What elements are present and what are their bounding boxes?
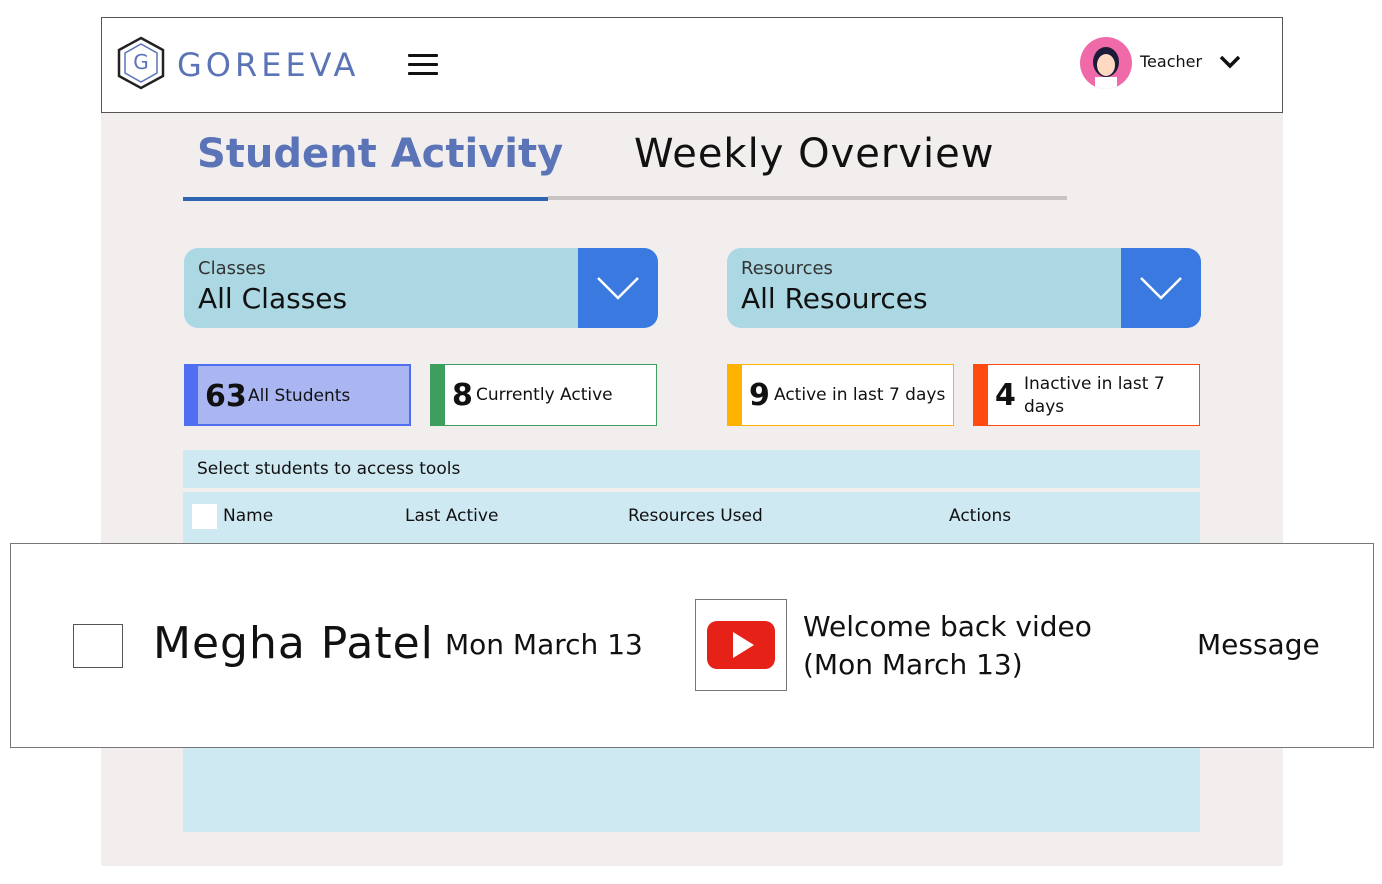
avatar[interactable] [1080, 37, 1132, 89]
selection-hint-bar: Select students to access tools [183, 450, 1200, 488]
logo-hex-icon: G [117, 36, 165, 90]
select-all-checkbox[interactable] [192, 504, 217, 529]
avatar-person-icon [1093, 47, 1119, 89]
resources-dropdown-button[interactable] [1121, 248, 1201, 328]
chevron-down-icon [597, 277, 639, 300]
last-active-date: Mon March 13 [445, 628, 643, 661]
stat-currently-active[interactable]: 8 Currently Active [430, 364, 657, 426]
stat-inactive-last-7-days[interactable]: 4 Inactive in last 7 days [973, 364, 1200, 426]
tab-weekly-overview[interactable]: Weekly Overview [634, 130, 994, 178]
selection-hint: Select students to access tools [197, 459, 461, 479]
resource-title[interactable]: Welcome back video (Mon March 13) [803, 608, 1092, 684]
message-action-link[interactable]: Message [1197, 628, 1320, 661]
stat-active-last-7-days[interactable]: 9 Active in last 7 days [727, 364, 954, 426]
stat-label: Currently Active [476, 385, 613, 405]
tab-divider [548, 196, 1067, 200]
user-role-label[interactable]: Teacher [1140, 52, 1202, 71]
stat-count: 8 [452, 378, 473, 413]
hamburger-menu-icon[interactable] [408, 54, 438, 76]
stat-label: All Students [248, 386, 351, 406]
youtube-icon [707, 621, 775, 669]
stat-color-bar [186, 366, 198, 424]
stat-color-bar [974, 365, 988, 425]
classes-dropdown-value: All Classes [198, 282, 348, 315]
tab-student-activity[interactable]: Student Activity [197, 130, 563, 178]
chevron-down-icon[interactable] [1218, 51, 1242, 71]
classes-dropdown[interactable]: Classes All Classes [184, 248, 658, 328]
table-row[interactable]: Megha Patel Mon March 13 Welcome back vi… [10, 543, 1374, 748]
stat-color-bar [431, 365, 445, 425]
brand-name[interactable]: GOREEVA [177, 48, 359, 82]
resources-dropdown-value: All Resources [741, 282, 928, 315]
stat-count: 9 [749, 378, 770, 413]
resource-thumbnail[interactable] [695, 599, 787, 691]
top-header: G GOREEVA Teacher [101, 17, 1283, 113]
resources-dropdown-label: Resources [741, 258, 833, 279]
column-header-last-active[interactable]: Last Active [405, 506, 498, 526]
resource-title-line2: (Mon March 13) [803, 648, 1023, 681]
table-header: Name Last Active Resources Used Actions [183, 492, 1200, 544]
stat-label: Inactive in last 7 days [1024, 374, 1165, 417]
table-body-area [183, 748, 1200, 832]
stat-count: 63 [205, 379, 247, 414]
column-header-name[interactable]: Name [223, 506, 273, 526]
resources-dropdown[interactable]: Resources All Resources [727, 248, 1201, 328]
stat-all-students[interactable]: 63 All Students [184, 364, 411, 426]
resource-title-line1: Welcome back video [803, 610, 1092, 643]
column-header-resources-used[interactable]: Resources Used [628, 506, 763, 526]
classes-dropdown-label: Classes [198, 258, 266, 279]
logo-letter: G [133, 50, 149, 74]
column-header-actions: Actions [949, 506, 1012, 526]
classes-dropdown-button[interactable] [578, 248, 658, 328]
stat-label: Active in last 7 days [774, 385, 946, 405]
stat-count: 4 [995, 378, 1016, 413]
active-tab-indicator [183, 197, 548, 201]
stat-color-bar [728, 365, 742, 425]
student-name: Megha Patel [153, 618, 434, 669]
chevron-down-icon [1140, 277, 1182, 300]
row-select-checkbox[interactable] [73, 624, 123, 668]
